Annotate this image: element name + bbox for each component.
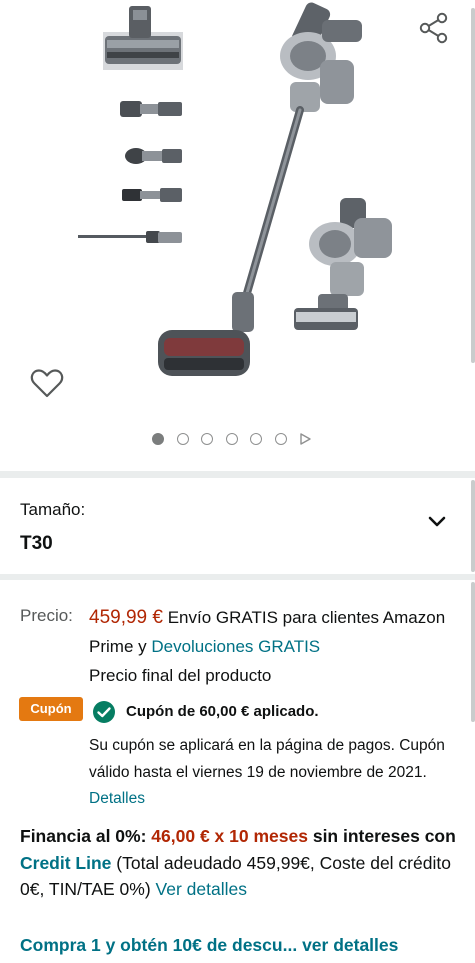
coupon-applied-text: Cupón de 60,00 € aplicado.	[126, 703, 319, 720]
coupon-details-link[interactable]: Detalles	[89, 790, 145, 807]
coupon-info: Su cupón se aplicará en la página de pag…	[89, 733, 464, 813]
carousel-dot[interactable]	[201, 433, 213, 445]
coupon-badge: Cupón	[19, 697, 83, 721]
financing-mid: sin intereses con	[307, 826, 456, 846]
scrollbar	[471, 480, 475, 572]
price-amount: 459,99 €	[89, 607, 163, 628]
financing-offer: Financia al 0%: 46,00 € x 10 meses sin i…	[20, 823, 460, 903]
promotion-details-link[interactable]: ver detalles	[302, 935, 398, 955]
price-block: 459,99 € Envío GRATIS para clientes Amaz…	[89, 603, 459, 690]
coupon-info-text: Su cupón se aplicará en la página de pag…	[89, 737, 445, 781]
share-icon[interactable]	[418, 12, 450, 44]
carousel-dot[interactable]	[176, 433, 189, 445]
price-label: Precio:	[20, 606, 73, 625]
check-circle-icon	[93, 701, 115, 723]
promotion-link[interactable]: Compra 1 y obtén 10€ de descu... ver det…	[20, 935, 460, 961]
financing-lead: Financia al 0%:	[20, 826, 152, 846]
carousel-dot[interactable]	[225, 433, 238, 445]
size-label: Tamaño:	[20, 500, 86, 519]
carousel-dot[interactable]	[274, 433, 287, 445]
final-price-note: Precio final del producto	[89, 666, 272, 685]
product-image-gallery[interactable]	[0, 0, 475, 470]
carousel-dot[interactable]	[152, 433, 164, 445]
carousel-dot[interactable]	[250, 433, 262, 445]
heart-icon[interactable]	[30, 367, 64, 399]
section-divider	[0, 471, 475, 478]
financing-amount: 46,00 € x 10 meses	[151, 826, 308, 846]
size-value: T30	[20, 533, 53, 554]
scrollbar	[471, 582, 475, 722]
promotion-text[interactable]: Compra 1 y obtén 10€ de descu	[20, 935, 283, 955]
size-selector[interactable]: Tamaño: T30	[0, 486, 475, 570]
product-image-handheld-vacuum	[294, 198, 392, 330]
play-icon[interactable]	[299, 433, 311, 445]
section-divider	[0, 574, 475, 580]
free-returns-link[interactable]: Devoluciones GRATIS	[151, 637, 320, 656]
financing-details-link[interactable]: Ver detalles	[156, 879, 247, 899]
chevron-down-icon[interactable]	[428, 516, 446, 528]
carousel-indicator[interactable]	[152, 431, 311, 447]
scrollbar	[471, 8, 475, 363]
credit-line-link[interactable]: Credit Line	[20, 853, 111, 873]
promotion-ellipsis: ...	[282, 935, 298, 955]
